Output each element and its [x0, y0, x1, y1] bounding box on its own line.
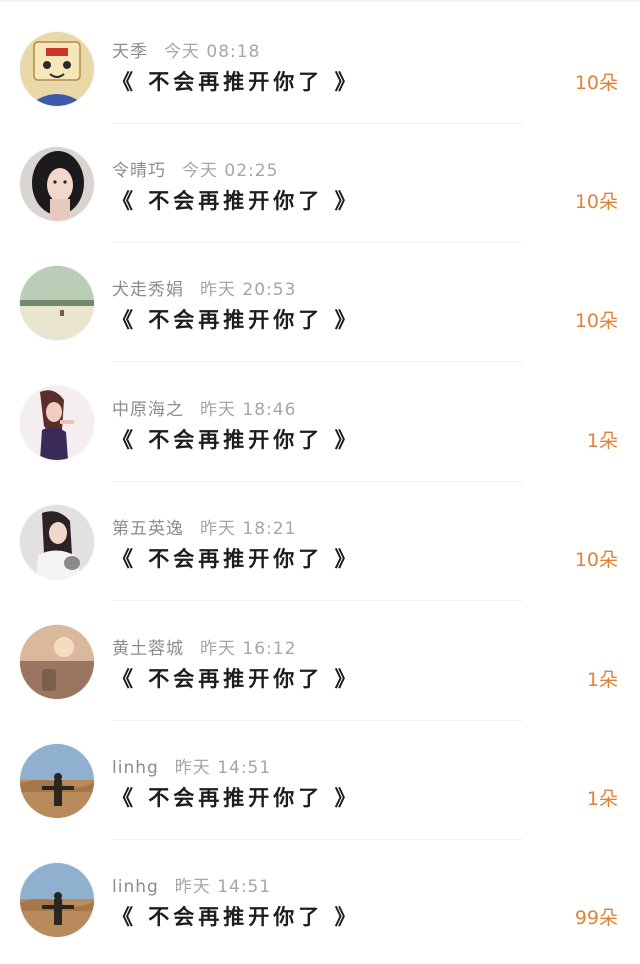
- sender-meta: 天季 今天 08:18: [112, 37, 260, 62]
- timestamp: 昨天 16:12: [200, 639, 297, 659]
- flower-count: 10朵: [574, 549, 618, 571]
- message-text: 《 不会再推开你了 》: [112, 547, 360, 571]
- avatar[interactable]: [20, 744, 94, 818]
- sender-name[interactable]: linhg: [112, 877, 159, 897]
- sender-name[interactable]: 犬走秀娟: [112, 280, 184, 300]
- sender-name[interactable]: 中原海之: [112, 400, 184, 420]
- sender-meta: 中原海之 昨天 18:46: [112, 395, 296, 420]
- avatar[interactable]: [20, 625, 94, 699]
- divider: [112, 242, 522, 243]
- flower-count: 1朵: [586, 669, 618, 691]
- sender-name[interactable]: linhg: [112, 758, 159, 778]
- sender-name[interactable]: 令晴巧: [112, 161, 166, 181]
- flower-count: 10朵: [574, 191, 618, 213]
- portrait-avatar-image: [20, 505, 94, 579]
- sender-meta: linhg 昨天 14:51: [112, 753, 271, 778]
- message-text: 《 不会再推开你了 》: [112, 189, 360, 213]
- divider: [112, 361, 522, 362]
- message-text: 《 不会再推开你了 》: [112, 70, 360, 94]
- timestamp: 昨天 20:53: [200, 280, 297, 300]
- desert-avatar-image: [20, 863, 94, 937]
- cartoon-avatar-image: [20, 32, 94, 106]
- sender-name[interactable]: 天季: [112, 42, 148, 62]
- timestamp: 昨天 18:21: [200, 519, 297, 539]
- avatar[interactable]: [20, 266, 94, 340]
- list-item[interactable]: 中原海之 昨天 18:46 《 不会再推开你了 》 1朵: [0, 368, 640, 487]
- timestamp: 今天 08:18: [164, 42, 261, 62]
- timestamp: 昨天 14:51: [174, 877, 272, 897]
- timestamp: 今天 02:25: [182, 161, 279, 181]
- sender-meta: 犬走秀娟 昨天 20:53: [112, 275, 296, 300]
- divider: [112, 123, 522, 124]
- flower-count: 99朵: [574, 907, 618, 929]
- avatar[interactable]: [20, 863, 94, 937]
- desert-avatar-image: [20, 744, 94, 818]
- list-item[interactable]: 黄土蓉城 昨天 16:12 《 不会再推开你了 》 1朵: [0, 607, 640, 726]
- message-text: 《 不会再推开你了 》: [112, 428, 360, 452]
- avatar[interactable]: [20, 386, 94, 460]
- timestamp: 昨天 14:51: [174, 758, 272, 778]
- message-text: 《 不会再推开你了 》: [112, 905, 360, 929]
- top-edge: [0, 0, 640, 3]
- flower-count: 10朵: [574, 72, 618, 94]
- flower-count: 1朵: [586, 430, 618, 452]
- divider: [112, 600, 522, 601]
- divider: [112, 481, 522, 482]
- message-text: 《 不会再推开你了 》: [112, 786, 360, 810]
- message-text: 《 不会再推开你了 》: [112, 308, 360, 332]
- sender-meta: linhg 昨天 14:51: [112, 872, 271, 897]
- list-item[interactable]: linhg 昨天 14:51 《 不会再推开你了 》 99朵: [0, 845, 640, 964]
- flower-count: 10朵: [574, 310, 618, 332]
- sender-meta: 黄土蓉城 昨天 16:12: [112, 634, 296, 659]
- message-text: 《 不会再推开你了 》: [112, 667, 360, 691]
- list-item[interactable]: 令晴巧 今天 02:25 《 不会再推开你了 》 10朵: [0, 129, 640, 248]
- sender-meta: 令晴巧 今天 02:25: [112, 156, 278, 181]
- timestamp: 昨天 18:46: [200, 400, 297, 420]
- portrait-avatar-image: [20, 147, 94, 221]
- portrait-avatar-image: [20, 386, 94, 460]
- sender-meta: 第五英逸 昨天 18:21: [112, 514, 296, 539]
- landscape-avatar-image: [20, 266, 94, 340]
- sender-name[interactable]: 第五英逸: [112, 519, 184, 539]
- divider: [112, 720, 522, 721]
- sunset-avatar-image: [20, 625, 94, 699]
- list-item[interactable]: 第五英逸 昨天 18:21 《 不会再推开你了 》 10朵: [0, 487, 640, 606]
- flower-count: 1朵: [586, 788, 618, 810]
- list-item[interactable]: 天季 今天 08:18 《 不会再推开你了 》 10朵: [0, 10, 640, 129]
- sender-name[interactable]: 黄土蓉城: [112, 639, 184, 659]
- avatar[interactable]: [20, 32, 94, 106]
- avatar[interactable]: [20, 505, 94, 579]
- divider: [112, 839, 522, 840]
- list-item[interactable]: linhg 昨天 14:51 《 不会再推开你了 》 1朵: [0, 726, 640, 845]
- avatar[interactable]: [20, 147, 94, 221]
- list-item[interactable]: 犬走秀娟 昨天 20:53 《 不会再推开你了 》 10朵: [0, 248, 640, 367]
